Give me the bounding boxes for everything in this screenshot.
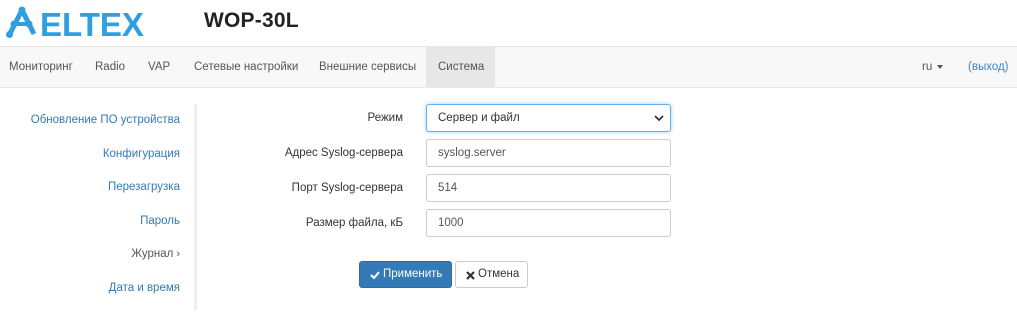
caret-down-icon	[937, 64, 944, 69]
sidebar-item-reboot[interactable]: Перезагрузка	[108, 179, 180, 195]
apply-button-label: Применить	[383, 268, 443, 280]
language-dropdown[interactable]: ru	[922, 47, 944, 87]
file-size-input[interactable]: 1000	[426, 209, 671, 237]
cancel-button[interactable]: Отмена	[455, 261, 528, 288]
header: ELTEX WOP-30L	[0, 0, 1017, 46]
syslog-address-input[interactable]: syslog.server	[426, 139, 671, 167]
eltex-logo: ELTEX	[6, 6, 144, 40]
nav-item-vap[interactable]: VAP	[148, 47, 174, 87]
check-icon	[370, 271, 380, 280]
mode-label: Режим	[367, 112, 403, 124]
syslog-address-label: Адрес Syslog-сервера	[284, 147, 403, 159]
sidebar: Обновление ПО устройства Конфигурация Пе…	[0, 104, 197, 310]
mode-value: Сервер и файл	[438, 112, 520, 124]
syslog-port-input[interactable]: 514	[426, 174, 671, 202]
apply-button[interactable]: Применить	[359, 261, 452, 288]
nav-item-external-services[interactable]: Внешние сервисы	[319, 47, 419, 87]
logout-link[interactable]: (выход)	[968, 47, 1009, 87]
file-size-label: Размер файла, кБ	[305, 217, 403, 229]
top-navbar: Мониторинг Radio VAP Сетевые настройки В…	[0, 46, 1017, 88]
cancel-button-label: Отмена	[478, 268, 520, 280]
nav-item-radio[interactable]: Radio	[95, 47, 127, 87]
nav-item-monitoring[interactable]: Мониторинг	[9, 47, 79, 87]
language-label: ru	[922, 61, 933, 73]
sidebar-item-log[interactable]: Журнал ›	[131, 246, 180, 262]
nav-item-network-settings[interactable]: Сетевые настройки	[194, 47, 300, 87]
sidebar-item-label: Журнал	[131, 248, 174, 260]
nav-item-system[interactable]: Система	[426, 47, 495, 87]
sidebar-item-firmware-update[interactable]: Обновление ПО устройства	[31, 112, 180, 128]
device-model-title: WOP-30L	[204, 9, 299, 32]
mode-select[interactable]: Сервер и файл	[426, 104, 671, 132]
syslog-port-label: Порт Syslog-сервера	[291, 182, 403, 194]
sidebar-item-date-time[interactable]: Дата и время	[109, 280, 180, 296]
sidebar-item-password[interactable]: Пароль	[140, 213, 180, 229]
sidebar-item-configuration[interactable]: Конфигурация	[103, 146, 180, 162]
chevron-right-icon: ›	[176, 248, 180, 260]
svg-text:ELTEX: ELTEX	[40, 6, 144, 40]
x-icon	[466, 271, 475, 280]
chevron-down-icon	[654, 115, 664, 122]
